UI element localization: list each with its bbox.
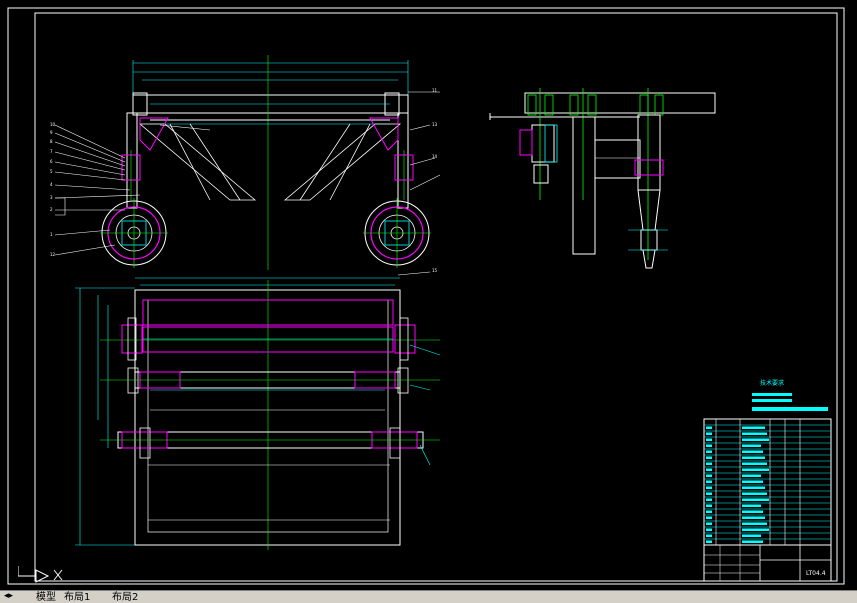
svg-text:3: 3 [50, 195, 53, 200]
svg-text:1: 1 [50, 232, 53, 237]
cad-drawing[interactable]: 10 9 8 7 6 5 4 3 2 1 12 11 13 14 15 [0, 0, 857, 590]
parts-list-table[interactable] [703, 393, 832, 582]
tab-layout1[interactable]: 布局1 [64, 592, 90, 603]
svg-text:5: 5 [50, 169, 53, 174]
plan-view[interactable] [75, 277, 441, 550]
right-wheel [363, 198, 431, 268]
tab-model[interactable]: 模型 [36, 592, 56, 603]
tab-navigation-arrows-icon[interactable]: ◂▸ [4, 591, 34, 602]
svg-text:10: 10 [50, 122, 56, 127]
svg-text:11: 11 [432, 88, 438, 93]
svg-text:8: 8 [50, 139, 53, 144]
svg-text:7: 7 [50, 149, 53, 154]
svg-text:12: 12 [50, 252, 56, 257]
svg-text:2: 2 [50, 207, 53, 212]
svg-text:15: 15 [432, 268, 438, 273]
svg-text:4: 4 [50, 182, 53, 187]
drawing-code: LT04.4 [806, 570, 826, 577]
left-wheel [100, 198, 168, 268]
parts-table-title: 技术要求 [760, 380, 785, 387]
svg-text:6: 6 [50, 159, 53, 164]
svg-text:9: 9 [50, 130, 53, 135]
cad-model-space[interactable]: 10 9 8 7 6 5 4 3 2 1 12 11 13 14 15 技术要求 LT0… [0, 0, 857, 590]
inner-border [34, 12, 838, 582]
ucs-axis-icon [18, 566, 63, 583]
layout-tab-bar[interactable]: ◂▸ 模型 布局1 布局2 [0, 590, 857, 603]
svg-text:13: 13 [432, 122, 438, 127]
tab-layout2[interactable]: 布局2 [112, 592, 138, 603]
side-view[interactable] [489, 88, 716, 269]
front-view[interactable]: 10 9 8 7 6 5 4 3 2 1 12 11 13 14 15 [50, 55, 441, 276]
svg-text:14: 14 [432, 154, 438, 159]
